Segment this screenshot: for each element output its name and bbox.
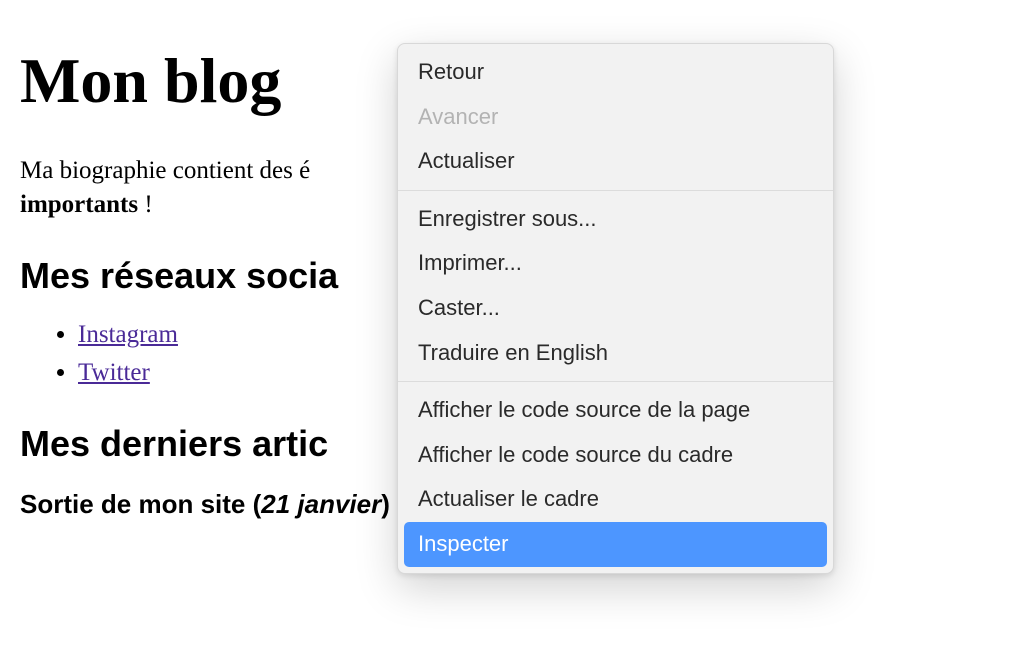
instagram-link[interactable]: Instagram [78,321,178,348]
bio-bold: importants [20,191,138,218]
ctx-save-as[interactable]: Enregistrer sous... [398,197,833,242]
context-menu: Retour Avancer Actualiser Enregistrer so… [397,43,834,574]
ctx-back[interactable]: Retour [398,50,833,95]
article-title-suffix: ) [381,489,390,519]
ctx-print[interactable]: Imprimer... [398,241,833,286]
ctx-reload-frame[interactable]: Actualiser le cadre [398,477,833,522]
ctx-forward: Avancer [398,95,833,140]
ctx-view-page-source[interactable]: Afficher le code source de la page [398,388,833,433]
ctx-inspect[interactable]: Inspecter [404,522,827,567]
ctx-view-frame-source[interactable]: Afficher le code source du cadre [398,433,833,478]
ctx-separator [398,381,833,382]
ctx-cast[interactable]: Caster... [398,286,833,331]
bio-prefix: Ma biographie contient des é [20,157,310,184]
bio-after: ! [138,191,153,218]
ctx-reload[interactable]: Actualiser [398,139,833,184]
article-date: 21 janvier [261,489,381,519]
ctx-separator [398,190,833,191]
article-title-prefix: Sortie de mon site ( [20,489,261,519]
ctx-translate[interactable]: Traduire en English [398,331,833,376]
twitter-link[interactable]: Twitter [78,359,150,386]
